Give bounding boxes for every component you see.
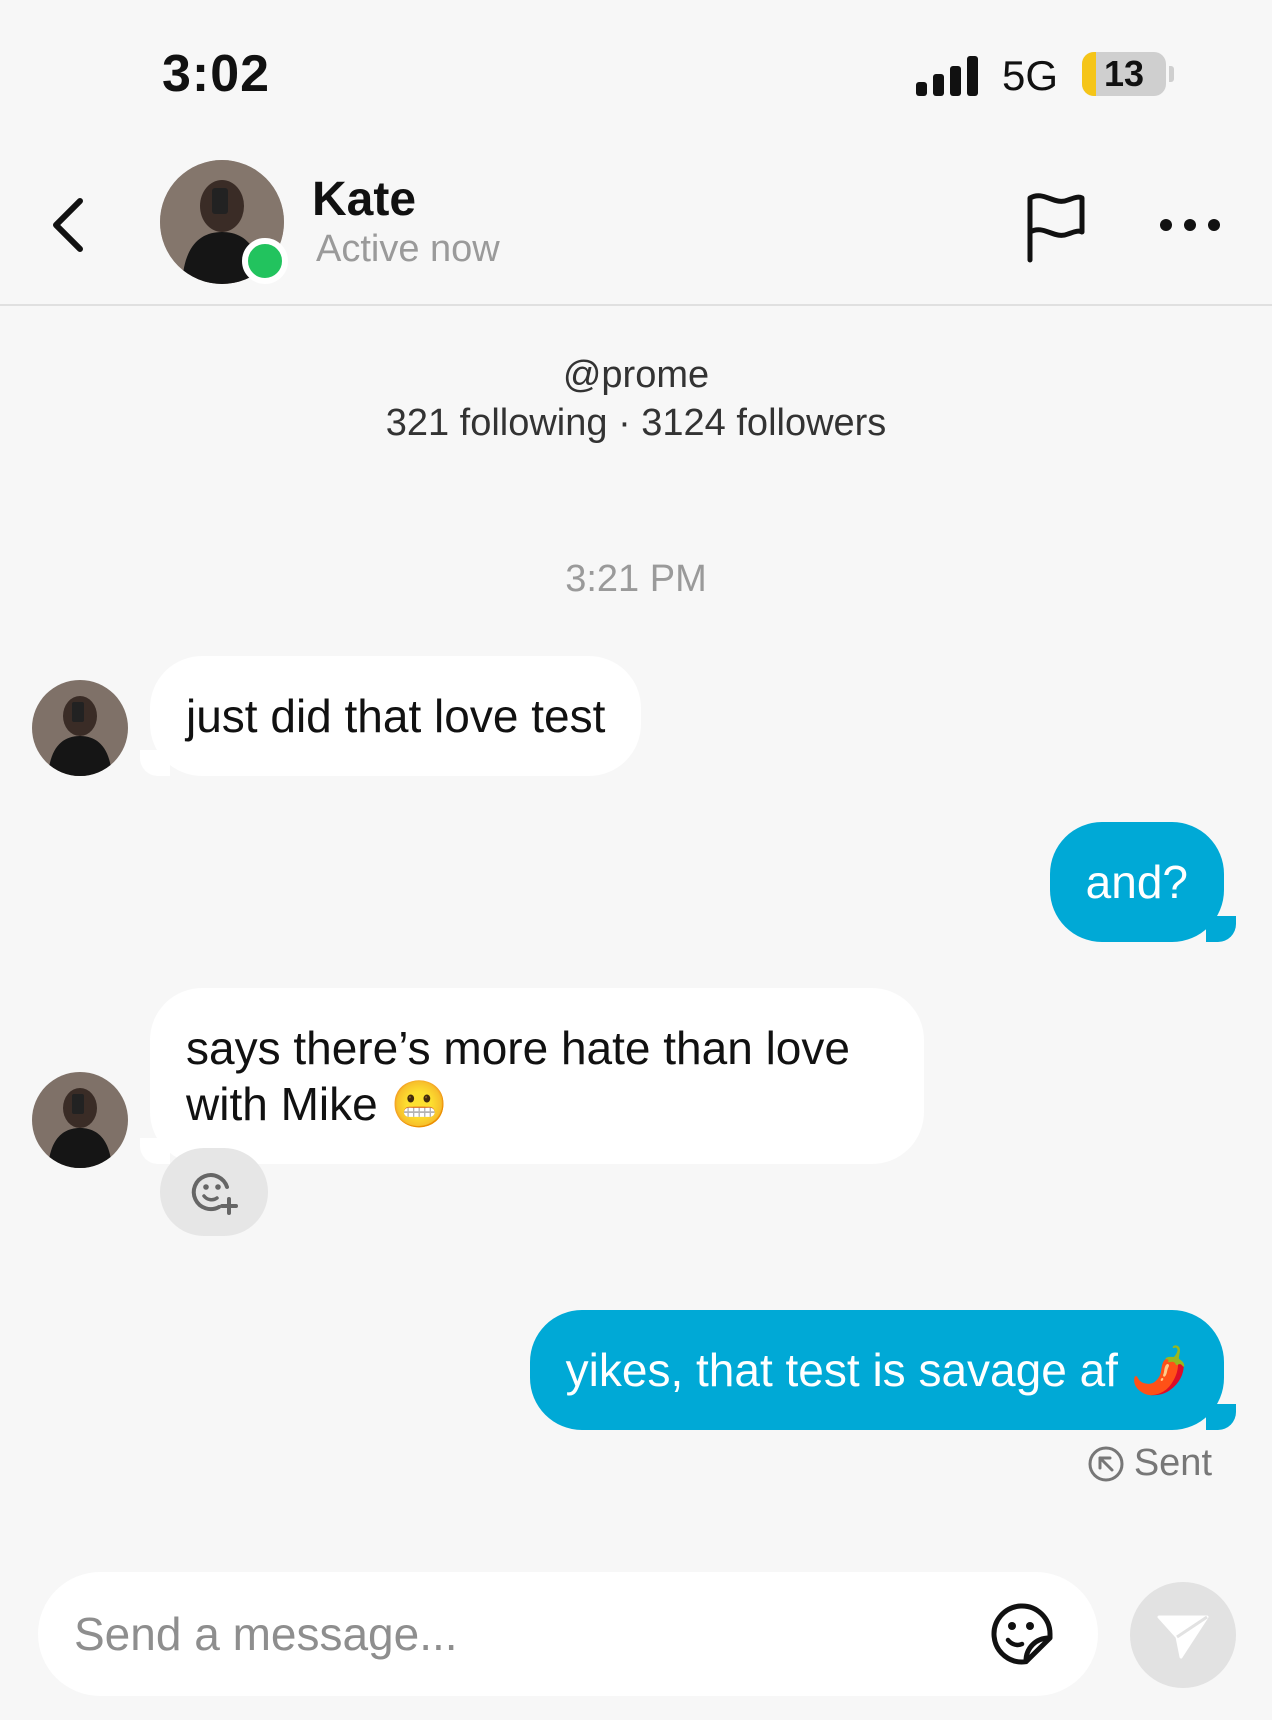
sent-label: Sent xyxy=(1133,1442,1212,1484)
message-composer xyxy=(38,1572,1098,1696)
battery-nub xyxy=(1169,66,1174,82)
sender-avatar[interactable] xyxy=(32,1072,128,1168)
profile-stats: 321 following · 3124 followers xyxy=(385,402,887,444)
sent-arrow-icon xyxy=(1088,1446,1124,1481)
message-text: and? xyxy=(1085,856,1188,908)
sticker-button[interactable] xyxy=(986,1598,1058,1670)
contact-name[interactable]: Kate xyxy=(312,172,416,227)
add-reaction-button[interactable] xyxy=(160,1148,268,1236)
message-text: just did that love test xyxy=(186,690,606,742)
sticker-icon xyxy=(991,1603,1053,1665)
message-timestamp: 3:21 PM xyxy=(565,558,707,600)
signal-icon xyxy=(916,56,980,96)
send-icon xyxy=(1157,1615,1209,1659)
incoming-message[interactable]: just did that love test xyxy=(139,656,642,776)
back-chevron-icon xyxy=(53,198,83,252)
message-text-line2: with Mike xyxy=(186,1078,378,1130)
online-indicator xyxy=(242,238,288,284)
outgoing-message[interactable]: and? xyxy=(1049,822,1237,942)
outgoing-message[interactable]: yikes, that test is savage af 🌶️ xyxy=(529,1310,1237,1430)
more-dots-icon xyxy=(1160,219,1172,231)
contact-status: Active now xyxy=(316,228,500,270)
grimace-emoji: 😬 xyxy=(390,1077,448,1131)
more-options-button[interactable] xyxy=(1150,200,1230,250)
status-bar: 3:02 5G 13 xyxy=(0,0,1272,150)
status-time: 3:02 xyxy=(162,45,271,103)
chili-emoji: 🌶️ xyxy=(1130,1343,1188,1397)
sender-avatar[interactable] xyxy=(32,680,128,776)
incoming-message[interactable]: says there’s more hate than love with Mi… xyxy=(140,988,924,1164)
add-reaction-icon xyxy=(191,1173,238,1215)
chat-header: Kate Active now xyxy=(0,150,1272,306)
report-button[interactable] xyxy=(1020,188,1090,264)
message-text: yikes, that test is savage af xyxy=(565,1344,1118,1396)
battery-icon: 13 xyxy=(1082,52,1166,96)
message-text-line1: says there’s more hate than love xyxy=(186,1022,850,1074)
profile-handle[interactable]: @prome xyxy=(0,354,1272,397)
sent-status: Sent xyxy=(1086,1442,1212,1485)
flag-icon xyxy=(1027,193,1085,263)
network-type: 5G xyxy=(1002,52,1059,99)
message-input[interactable] xyxy=(74,1572,974,1696)
send-button[interactable] xyxy=(1130,1582,1236,1688)
back-button[interactable] xyxy=(40,190,96,260)
battery-level: 13 xyxy=(1103,53,1145,94)
